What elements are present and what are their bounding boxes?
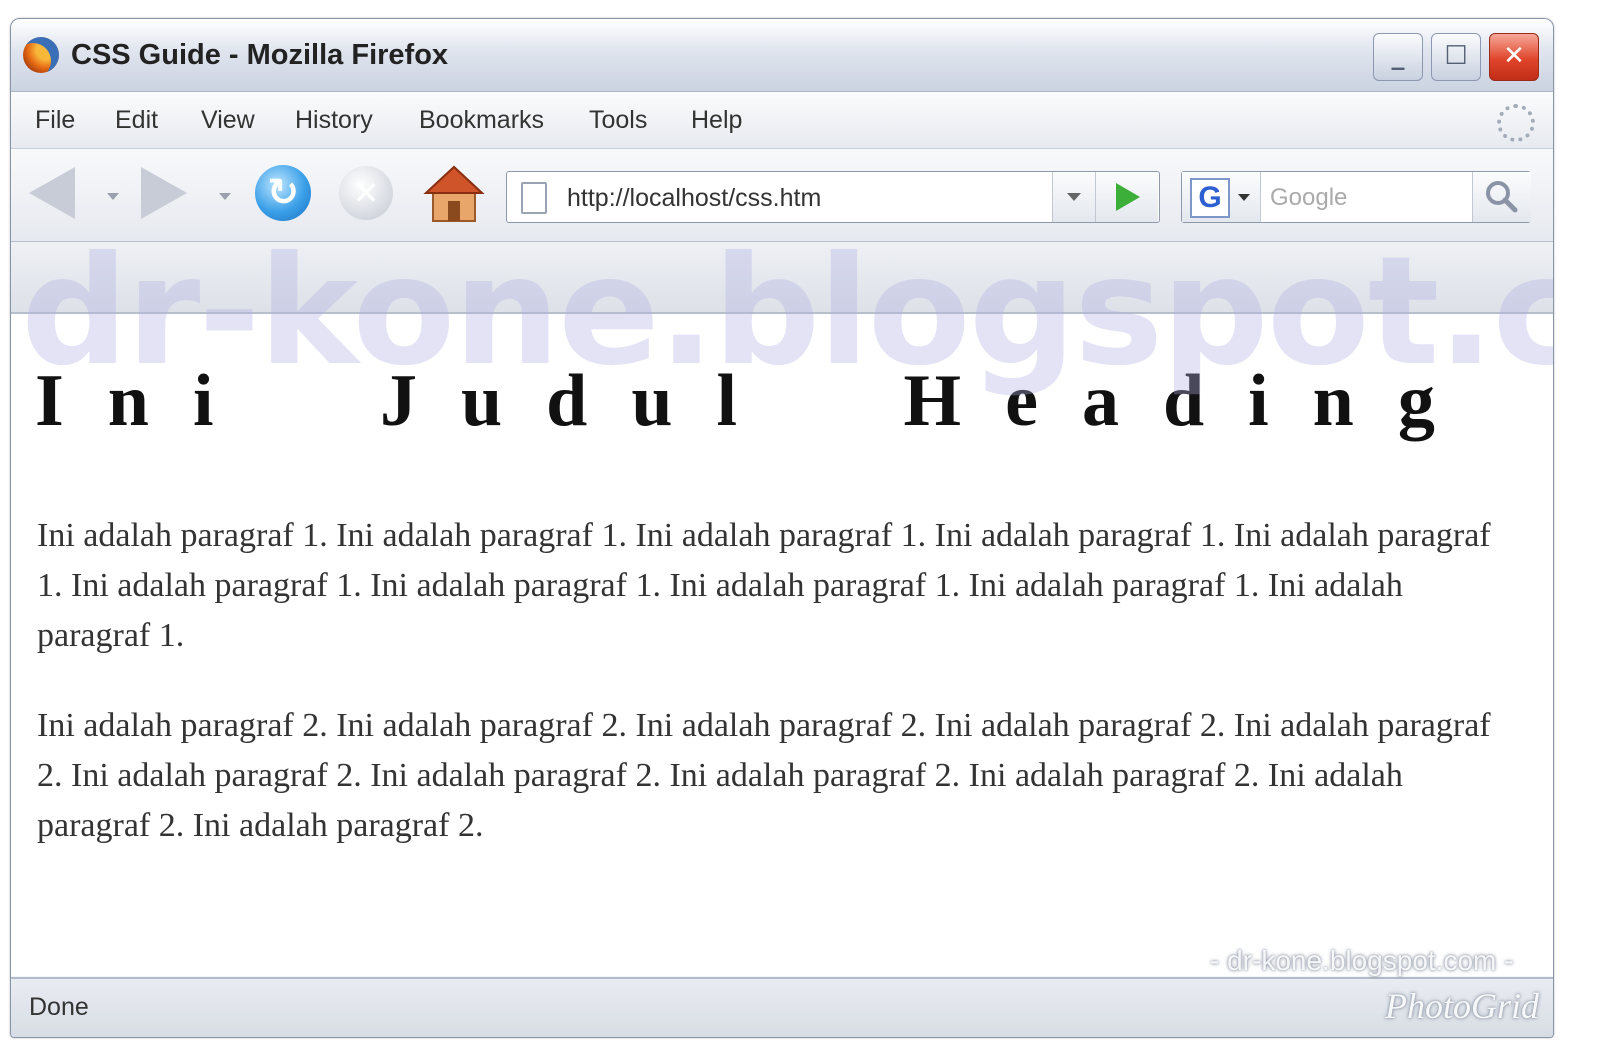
title-bar: CSS Guide - Mozilla Firefox _ ☐ ✕: [11, 19, 1553, 92]
google-logo-icon: G: [1190, 178, 1230, 218]
page-content: Ini Judul Heading Ini adalah paragraf 1.…: [11, 314, 1553, 976]
window-title: CSS Guide - Mozilla Firefox: [71, 39, 449, 71]
throbber-icon: [1497, 104, 1535, 142]
photogrid-watermark: PhotoGrid: [1385, 986, 1540, 1026]
reload-icon[interactable]: ↻: [255, 165, 311, 221]
menu-file[interactable]: File: [35, 106, 75, 135]
status-text: Done: [29, 993, 89, 1021]
back-arrow-icon[interactable]: [29, 167, 75, 219]
menu-tools[interactable]: Tools: [589, 106, 647, 135]
navigation-toolbar: ↻ ✕ http://localhost/css.htm G: [11, 149, 1553, 242]
url-text[interactable]: http://localhost/css.htm: [567, 184, 821, 213]
page-icon: [521, 182, 547, 214]
page-heading: Ini Judul Heading: [35, 360, 1479, 442]
menu-history[interactable]: History: [295, 106, 373, 135]
close-button[interactable]: ✕: [1489, 33, 1539, 81]
credit-watermark: - dr-kone.blogspot.com -: [1210, 945, 1514, 976]
magnifier-icon: [1486, 181, 1518, 213]
firefox-logo-icon: [23, 37, 59, 73]
forward-history-dropdown-icon[interactable]: [219, 193, 231, 200]
status-bar: Done: [11, 977, 1553, 1037]
minimize-button[interactable]: _: [1373, 33, 1423, 81]
search-engine-button[interactable]: G: [1182, 172, 1261, 222]
url-history-dropdown-button[interactable]: [1052, 172, 1095, 222]
menu-view[interactable]: View: [201, 106, 255, 135]
paragraph-1: Ini adalah paragraf 1. Ini adalah paragr…: [37, 517, 1491, 654]
bookmarks-toolbar: [11, 242, 1553, 314]
home-icon[interactable]: [423, 163, 485, 225]
menu-edit[interactable]: Edit: [115, 106, 158, 135]
menu-bar: File Edit View History Bookmarks Tools H…: [11, 92, 1553, 149]
back-history-dropdown-icon[interactable]: [107, 193, 119, 200]
search-bar: G: [1181, 171, 1531, 224]
browser-window: CSS Guide - Mozilla Firefox _ ☐ ✕ File E…: [10, 18, 1554, 1038]
maximize-button[interactable]: ☐: [1431, 33, 1481, 81]
stop-icon[interactable]: ✕: [339, 166, 393, 220]
go-arrow-icon[interactable]: [1095, 172, 1158, 222]
paragraph-2: Ini adalah paragraf 2. Ini adalah paragr…: [37, 707, 1491, 844]
engine-dropdown-icon: [1238, 194, 1250, 201]
search-button[interactable]: [1472, 172, 1531, 222]
forward-arrow-icon[interactable]: [141, 167, 187, 219]
search-input[interactable]: [1268, 172, 1468, 224]
menu-bookmarks[interactable]: Bookmarks: [419, 106, 544, 135]
menu-help[interactable]: Help: [691, 106, 742, 135]
address-bar[interactable]: http://localhost/css.htm: [506, 171, 1160, 223]
